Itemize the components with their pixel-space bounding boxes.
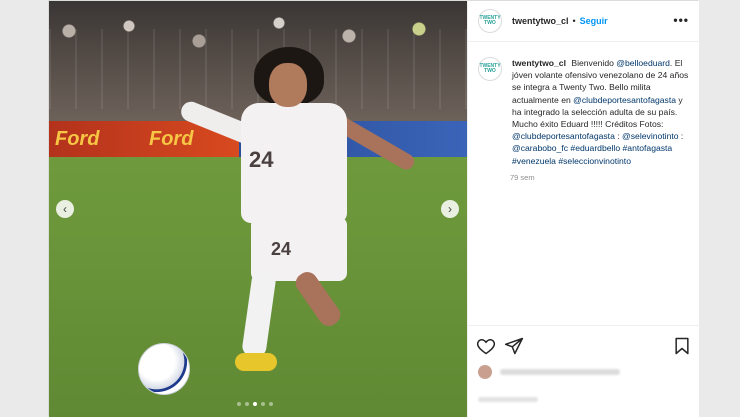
carousel-dot <box>237 402 241 406</box>
avatar-logo-text: TWENTY TWO <box>479 15 501 26</box>
carousel-indicator <box>237 402 273 406</box>
separator-dot: • <box>572 16 576 26</box>
liker-avatar[interactable] <box>478 365 492 379</box>
caption-username[interactable]: twentytwo_cl <box>512 58 566 68</box>
carousel-dot <box>261 402 265 406</box>
chevron-left-icon: ‹ <box>63 202 67 216</box>
post-time: 79 sem <box>510 172 535 182</box>
chevron-right-icon: › <box>448 202 452 216</box>
mention-link[interactable]: @belloeduard <box>616 58 670 68</box>
post-image[interactable]: Ford Ford 24 24 ‹ › <box>49 1 467 417</box>
football <box>138 343 190 395</box>
follow-button[interactable]: Seguir <box>580 16 608 26</box>
instagram-post: Ford Ford 24 24 ‹ › TWENTY TWO twentytwo… <box>48 0 700 417</box>
ad-text-left-2: Ford <box>149 128 194 150</box>
mention-link[interactable]: @clubdeportesantofagasta <box>512 131 615 141</box>
liked-by-row <box>478 365 620 379</box>
hashtag-link[interactable]: #venezuela <box>512 156 556 166</box>
caption-text: twentytwo_cl Bienvenido @belloeduard. El… <box>512 57 692 167</box>
blurred-likes-text <box>500 369 620 375</box>
bookmark-icon[interactable] <box>672 336 692 356</box>
player-boot <box>235 353 277 371</box>
hashtag-link[interactable]: #eduardbello <box>570 143 620 153</box>
player-face <box>269 63 307 107</box>
carousel-dot <box>269 402 273 406</box>
carousel-dot-active <box>253 402 257 406</box>
post-actions <box>468 325 700 366</box>
caption-line: : <box>617 131 620 142</box>
caption-section: TWENTY TWO twentytwo_cl Bienvenido @bell… <box>478 57 692 182</box>
header-username[interactable]: twentytwo_cl <box>512 16 569 26</box>
jersey-number: 24 <box>249 147 274 172</box>
post-header: TWENTY TWO twentytwo_cl • Seguir ••• <box>468 1 699 42</box>
shorts-number: 24 <box>271 239 292 259</box>
hashtag-link[interactable]: #seleccionvinotinto <box>558 156 631 166</box>
blurred-date <box>478 397 538 402</box>
share-icon[interactable] <box>504 336 524 356</box>
avatar-logo-text: TWENTY TWO <box>479 63 501 74</box>
heart-icon[interactable] <box>476 336 496 356</box>
caption-line: : <box>680 131 684 142</box>
ad-text-left: Ford <box>55 128 100 150</box>
mention-link[interactable]: @selevinotinto <box>622 131 679 141</box>
carousel-next-button[interactable]: › <box>441 200 459 218</box>
post-sidebar: TWENTY TWO twentytwo_cl • Seguir ••• TWE… <box>467 1 700 417</box>
mention-link[interactable]: @carabobo_fc <box>512 143 568 153</box>
caption-avatar[interactable]: TWENTY TWO <box>478 57 502 81</box>
more-options-icon[interactable]: ••• <box>673 13 689 27</box>
caption-line: Bienvenido <box>571 58 614 68</box>
hashtag-link[interactable]: #antofagasta <box>623 143 673 153</box>
profile-avatar[interactable]: TWENTY TWO <box>478 9 502 33</box>
carousel-prev-button[interactable]: ‹ <box>56 200 74 218</box>
carousel-dot <box>245 402 249 406</box>
mention-link[interactable]: @clubdeportesantofagasta <box>573 95 676 105</box>
